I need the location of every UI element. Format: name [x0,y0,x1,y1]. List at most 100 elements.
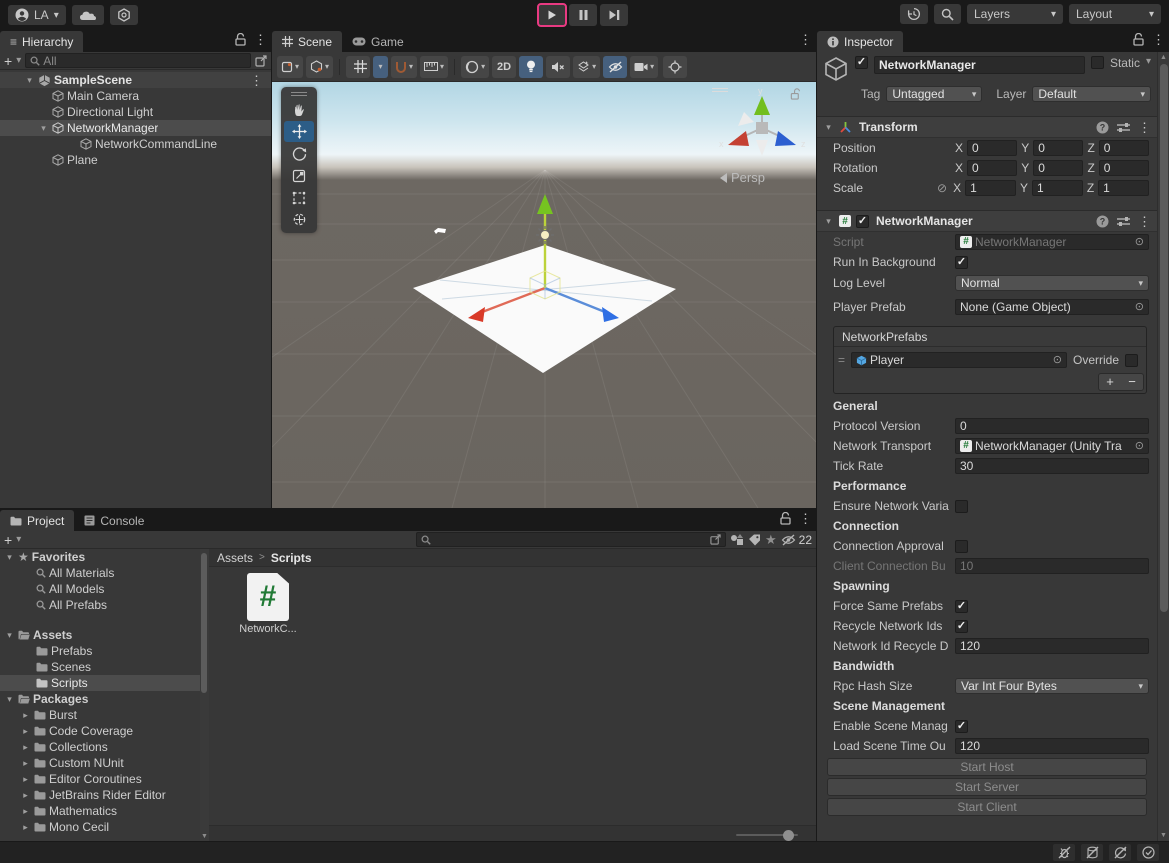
foldout-triangle-icon[interactable]: ▸ [20,742,31,753]
overlay-grip[interactable] [712,86,728,94]
tree-assets[interactable]: ▾ Assets [0,627,200,643]
camera-settings-dropdown[interactable]: ▾ [630,56,658,78]
snap-settings-button[interactable]: ▾ [391,56,417,78]
scale-y-field[interactable]: 1 [1032,180,1083,196]
project-menu-button[interactable]: ⋮ [799,512,812,525]
hierarchy-item-networkcommandline[interactable]: NetworkCommandLine [0,136,271,152]
object-picker-icon[interactable]: ⊙ [1053,353,1062,367]
tree-all-materials[interactable]: All Materials [0,565,200,581]
gizmos-dropdown[interactable] [663,56,687,78]
lock-icon[interactable] [1133,33,1144,46]
add-asset-button[interactable]: + [4,532,12,548]
layer-dropdown[interactable]: Default▾ [1032,86,1151,102]
hierarchy-menu-button[interactable]: ⋮ [254,33,267,46]
network-prefabs-header[interactable]: NetworkPrefabs [834,327,1146,347]
foldout-triangle-icon[interactable]: ▾ [4,552,15,563]
presets-icon[interactable] [1117,122,1130,133]
view-tool-button[interactable] [284,99,314,120]
undo-history-button[interactable] [900,4,928,24]
grid-visibility-button[interactable] [346,56,370,78]
rotation-z-field[interactable]: 0 [1099,160,1149,176]
drag-handle-icon[interactable]: = [838,353,845,367]
constrain-proportions-icon[interactable]: ⊘ [937,181,947,195]
progress-status-button[interactable] [1137,844,1159,861]
tree-packages[interactable]: ▾ Packages [0,691,200,707]
run-in-background-checkbox[interactable]: ✓ [955,256,968,269]
tool-handle-position-button[interactable]: ▾ [277,56,303,78]
recycle-network-ids-checkbox[interactable]: ✓ [955,620,968,633]
perspective-toggle[interactable]: Persp [720,170,765,185]
gameobject-name-field[interactable]: NetworkManager [874,56,1085,74]
hierarchy-item-networkmanager[interactable]: ▾ NetworkManager [0,120,271,136]
tab-hierarchy[interactable]: ≡ Hierarchy [0,31,83,52]
scene-menu-button[interactable]: ⋮ [799,33,812,46]
start-host-button[interactable]: Start Host [827,758,1147,776]
foldout-triangle-icon[interactable]: ▾ [4,630,15,641]
2d-toggle-button[interactable]: 2D [492,56,516,78]
start-server-button[interactable]: Start Server [827,778,1147,796]
network-id-recycle-field[interactable]: 120 [955,638,1149,654]
lighting-toggle-button[interactable] [519,56,543,78]
play-button[interactable] [538,4,566,26]
hierarchy-item-main-camera[interactable]: Main Camera [0,88,271,104]
foldout-triangle-icon[interactable]: ▸ [20,790,31,801]
client-connection-buffer-field[interactable]: 10 [955,558,1149,574]
scene-visibility-button[interactable] [603,56,627,78]
asset-networkcommandline-script[interactable]: # NetworkC... [237,567,299,635]
tree-all-models[interactable]: All Models [0,581,200,597]
protocol-version-field[interactable]: 0 [955,418,1149,434]
transform-component-header[interactable]: ▾ Transform ? ⋮ [817,116,1157,138]
project-search-input[interactable] [416,532,726,547]
networkmanager-component-header[interactable]: ▾ # ✓ NetworkManager ? ⋮ [817,210,1157,232]
project-tree-scrollbar[interactable]: ▼ [200,549,209,841]
overlay-grip[interactable] [281,90,317,98]
foldout-triangle-icon[interactable]: ▸ [20,758,31,769]
hierarchy-item-directional-light[interactable]: Directional Light [0,104,271,120]
breadcrumb-current[interactable]: Scripts [271,551,312,565]
plastic-scm-button[interactable] [110,5,138,25]
tab-scene[interactable]: Scene [272,31,342,52]
rotation-y-field[interactable]: 0 [1033,160,1083,176]
object-picker-icon[interactable]: ⊙ [1135,235,1144,249]
axis-cone-front[interactable] [756,140,768,156]
foldout-triangle-icon[interactable]: ▸ [20,710,31,721]
foldout-triangle-icon[interactable]: ▾ [4,694,15,705]
prefab-object-field[interactable]: Player ⊙ [851,352,1067,368]
unlock-icon[interactable] [790,88,801,100]
lock-icon[interactable] [235,33,246,46]
scrollbar-thumb[interactable] [201,553,207,693]
account-button[interactable]: LA ▾ [8,5,66,25]
static-checkbox[interactable] [1091,56,1104,69]
component-enabled-checkbox[interactable]: ✓ [856,215,869,228]
tree-package-code-coverage[interactable]: ▸ Code Coverage [0,723,200,739]
audio-mute-button[interactable] [546,56,570,78]
grid-size-button[interactable]: ▾ [420,56,448,78]
y-axis-cone[interactable] [754,96,770,115]
x-axis-cone[interactable] [728,131,749,146]
tree-package-mono-cecil[interactable]: ▸ Mono Cecil [0,819,200,835]
tree-package-editor-coroutines[interactable]: ▸ Editor Coroutines [0,771,200,787]
scrollbar-thumb[interactable] [1160,64,1168,612]
force-same-prefabs-checkbox[interactable]: ✓ [955,600,968,613]
position-y-field[interactable]: 0 [1033,140,1083,156]
object-picker-icon[interactable]: ⊙ [1135,300,1144,314]
debugger-status-button[interactable] [1053,844,1075,861]
foldout-triangle-icon[interactable]: ▸ [20,774,31,785]
cloud-services-button[interactable] [72,5,104,25]
help-icon[interactable]: ? [1096,121,1109,134]
tab-game[interactable]: Game [342,31,414,52]
tree-package-mathematics[interactable]: ▸ Mathematics [0,803,200,819]
tick-rate-field[interactable]: 30 [955,458,1149,474]
orientation-gizmo[interactable] [728,96,796,156]
global-search-button[interactable] [934,4,961,24]
log-level-dropdown[interactable]: Normal▾ [955,275,1149,291]
draw-mode-dropdown[interactable]: ▾ [461,56,489,78]
ensure-network-checkbox[interactable] [955,500,968,513]
hierarchy-item-samplescene[interactable]: ▾ SampleScene ⋮ [0,72,271,88]
help-icon[interactable]: ? [1096,215,1109,228]
search-by-type-icon[interactable] [730,534,744,546]
foldout-triangle-icon[interactable]: ▾ [823,122,834,133]
scale-x-field[interactable]: 1 [965,180,1016,196]
tool-handle-rotation-button[interactable]: ▾ [306,56,333,78]
add-object-button[interactable]: + [4,53,12,69]
